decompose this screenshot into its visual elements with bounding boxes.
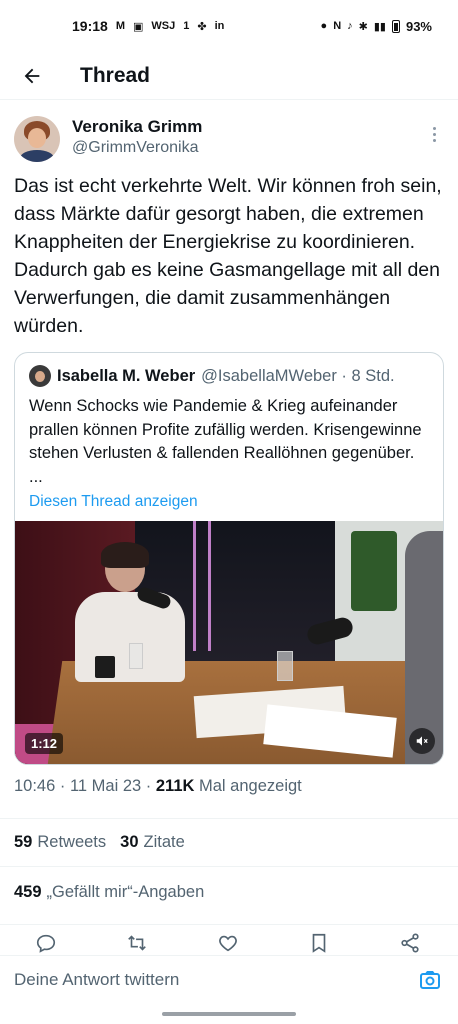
- retweets-count: 59: [14, 833, 33, 851]
- mute-icon: ♪: [347, 20, 353, 32]
- app-header: Thread: [0, 52, 458, 100]
- author-name[interactable]: Veronika Grimm: [72, 116, 202, 138]
- quote-author-name: Isabella M. Weber: [57, 366, 196, 385]
- slack-icon: ✤: [197, 20, 207, 33]
- status-left: 19:18 M ▣ WSJ 1 ✤ in: [72, 18, 224, 34]
- show-thread-link[interactable]: Diesen Thread anzeigen: [29, 493, 429, 521]
- video-duration: 1:12: [25, 733, 64, 754]
- share-icon[interactable]: [398, 931, 422, 955]
- retweet-icon[interactable]: [125, 931, 149, 955]
- nfc-icon: N: [333, 20, 342, 32]
- engagement-row: 59 Retweets 30 Zitate: [0, 818, 458, 866]
- quote-text: Wenn Schocks wie Pandemie & Krieg aufein…: [29, 397, 422, 486]
- status-time: 19:18: [72, 18, 108, 34]
- quotes-stat[interactable]: 30 Zitate: [120, 833, 185, 852]
- author-names: Veronika Grimm @GrimmVeronika: [72, 116, 202, 158]
- drop-icon: ●: [320, 20, 328, 32]
- quote-header: Isabella M. Weber @IsabellaMWeber · 8 St…: [29, 365, 429, 387]
- bookmark-icon[interactable]: [307, 931, 331, 955]
- status-right: ● N ♪ ✱ ▮▮ 93%: [321, 19, 432, 34]
- like-icon[interactable]: [216, 931, 240, 955]
- one-icon: 1: [183, 20, 190, 32]
- quoted-tweet[interactable]: Isabella M. Weber @IsabellaMWeber · 8 St…: [14, 352, 444, 765]
- likes-row: 459 „Gefällt mir“-Angaben: [0, 866, 458, 918]
- gesture-bar[interactable]: [162, 1012, 296, 1016]
- reply-input[interactable]: [14, 969, 416, 990]
- avatar[interactable]: [14, 116, 60, 162]
- video-player[interactable]: 1:12: [15, 521, 443, 764]
- retweets-label: Retweets: [37, 833, 107, 851]
- arrow-left-icon: [24, 68, 40, 83]
- quote-avatar: [29, 365, 51, 387]
- retweets-stat[interactable]: 59 Retweets: [14, 833, 106, 852]
- more-options-icon[interactable]: [424, 122, 444, 146]
- quotes-label: Zitate: [143, 833, 185, 851]
- page-title: Thread: [80, 63, 151, 87]
- camera-icon[interactable]: [416, 966, 444, 994]
- tweet-meta: 10:46 · 11 Mai 23 · 211K Mal angezeigt: [14, 777, 444, 801]
- tweet: Veronika Grimm @GrimmVeronika Das ist ec…: [14, 112, 444, 801]
- bluetooth-icon: ✱: [358, 20, 368, 33]
- view-count: 211K: [155, 777, 195, 795]
- likes-stat[interactable]: 459 „Gefällt mir“-Angaben: [14, 883, 204, 902]
- view-label: Mal angezeigt: [199, 777, 302, 795]
- reply-bar: [0, 955, 458, 1003]
- battery-level: 93%: [405, 18, 432, 34]
- quote-author-handle: @IsabellaMWeber · 8 Std.: [201, 366, 395, 385]
- tweet-text: Das ist echt verkehrte Welt. Wir können …: [14, 175, 442, 337]
- likes-count: 459: [14, 883, 42, 901]
- status-bar: 19:18 M ▣ WSJ 1 ✤ in ● N ♪ ✱ ▮▮ 93%: [0, 0, 458, 52]
- quotes-count: 30: [120, 833, 139, 851]
- volume-mute-icon[interactable]: [409, 728, 435, 754]
- author-handle[interactable]: @GrimmVeronika: [72, 138, 202, 158]
- likes-label: „Gefällt mir“-Angaben: [46, 883, 205, 901]
- tweet-timestamp: 10:46 · 11 Mai 23 ·: [14, 777, 152, 795]
- back-button[interactable]: [12, 56, 52, 96]
- gmail-icon: M: [115, 20, 125, 32]
- chat-icon: ▣: [132, 20, 144, 33]
- lte-icon: ▮▮: [373, 20, 386, 33]
- battery-icon: [391, 19, 400, 33]
- author-row: Veronika Grimm @GrimmVeronika: [14, 112, 444, 168]
- wsj-icon: WSJ: [151, 20, 176, 32]
- reply-icon[interactable]: [34, 931, 58, 955]
- linkedin-icon: in: [214, 20, 225, 32]
